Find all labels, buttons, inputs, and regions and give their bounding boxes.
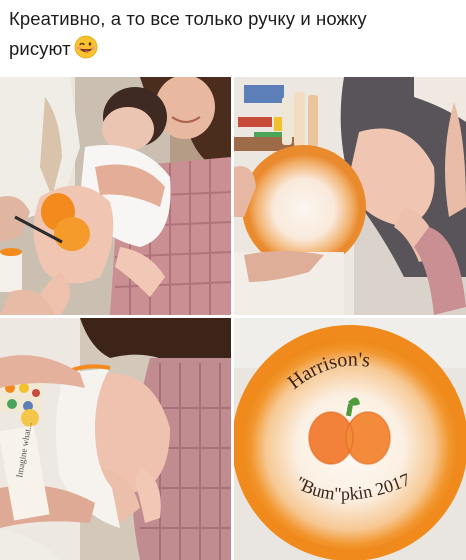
post-caption: Креативно, а то все только ручку и ножку… xyxy=(9,4,449,68)
photo-bowl-inside xyxy=(234,77,466,315)
caption-line-2-text: рисуют xyxy=(9,38,71,59)
winking-face-tongue-icon xyxy=(74,35,98,68)
caption-line-1: Креативно, а то все только ручку и ножку xyxy=(9,8,367,29)
caption-line-2: рисуют xyxy=(9,34,449,68)
photo-stamping-bowl: Imagine what... xyxy=(0,318,231,560)
photo-finished-bowl: Harrison's "Bum"pkin 2017 xyxy=(234,318,466,560)
photo-painting-baby xyxy=(0,77,231,315)
